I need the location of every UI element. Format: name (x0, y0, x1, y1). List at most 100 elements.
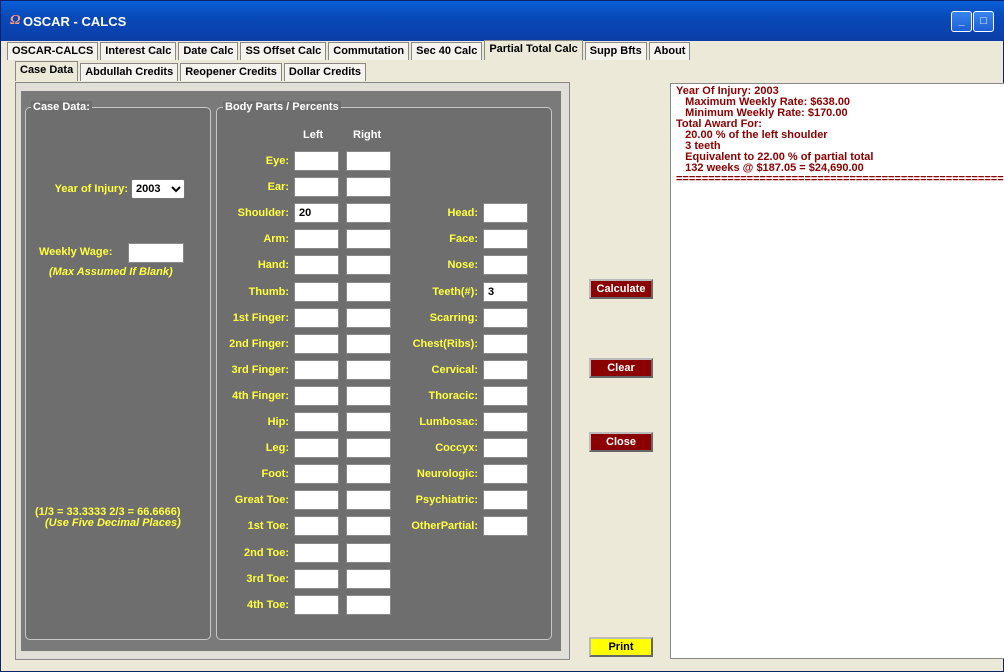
foot-left-input[interactable] (294, 464, 339, 484)
tab-interest-calc[interactable]: Interest Calc (100, 42, 177, 60)
year-of-injury-select[interactable]: 2003 (131, 179, 185, 199)
arm-left-input[interactable] (294, 229, 339, 249)
1st-finger-left-input[interactable] (294, 308, 339, 328)
chest-ribs-label: Chest(Ribs): (412, 338, 478, 350)
hand-left-input[interactable] (294, 255, 339, 275)
subtab-reopener-credits[interactable]: Reopener Credits (180, 63, 282, 81)
leg-left-input[interactable] (294, 438, 339, 458)
tab-partial-total-calc[interactable]: Partial Total Calc (484, 40, 583, 60)
psychiatric-label: Psychiatric: (415, 494, 478, 506)
shoulder-left-input[interactable]: 20 (294, 203, 339, 223)
head-label: Head: (447, 207, 478, 219)
clear-button[interactable]: Clear (589, 358, 653, 378)
hip-right-input[interactable] (346, 412, 391, 432)
chest-ribs-input[interactable] (483, 334, 528, 354)
3rd-finger-right-input[interactable] (346, 360, 391, 380)
great-toe-label: Great Toe: (234, 494, 289, 506)
2nd-finger-right-input[interactable] (346, 334, 391, 354)
1st-finger-right-input[interactable] (346, 308, 391, 328)
ear-right-input[interactable] (346, 177, 391, 197)
3rd-finger-label: 3rd Finger: (231, 364, 289, 376)
arm-label: Arm: (263, 233, 289, 245)
hand-right-input[interactable] (346, 255, 391, 275)
tab-date-calc[interactable]: Date Calc (178, 42, 239, 60)
1st-toe-left-input[interactable] (294, 516, 339, 536)
2nd-toe-right-input[interactable] (346, 543, 391, 563)
4th-finger-left-input[interactable] (294, 386, 339, 406)
4th-finger-right-input[interactable] (346, 386, 391, 406)
coccyx-input[interactable] (483, 438, 528, 458)
neurologic-input[interactable] (483, 464, 528, 484)
minimize-icon[interactable]: _ (951, 11, 972, 32)
thumb-right-input[interactable] (346, 282, 391, 302)
thumb-label: Thumb: (248, 286, 289, 298)
coccyx-label: Coccyx: (435, 442, 478, 454)
3rd-toe-right-input[interactable] (346, 569, 391, 589)
hand-label: Hand: (257, 259, 289, 271)
nose-input[interactable] (483, 255, 528, 275)
right-column-header: Right (353, 129, 382, 141)
2nd-finger-left-input[interactable] (294, 334, 339, 354)
subtab-dollar-credits[interactable]: Dollar Credits (283, 63, 367, 81)
3rd-finger-left-input[interactable] (294, 360, 339, 380)
calculate-button[interactable]: Calculate (589, 279, 653, 299)
subtab-case-data[interactable]: Case Data (15, 61, 79, 81)
2nd-toe-label: 2nd Toe: (243, 547, 289, 559)
tab-about[interactable]: About (648, 42, 691, 60)
output-line: 20.00 % of the left shoulder (676, 129, 828, 141)
face-input[interactable] (483, 229, 528, 249)
leg-right-input[interactable] (346, 438, 391, 458)
close-button[interactable]: Close (589, 432, 653, 452)
otherpartial-label: OtherPartial: (411, 520, 478, 532)
cervical-input[interactable] (483, 360, 528, 380)
body-parts-title: Body Parts / Percents (223, 101, 341, 113)
4th-toe-left-input[interactable] (294, 595, 339, 615)
arm-right-input[interactable] (346, 229, 391, 249)
scarring-input[interactable] (483, 308, 528, 328)
2nd-toe-left-input[interactable] (294, 543, 339, 563)
eye-left-input[interactable] (294, 151, 339, 171)
1st-toe-right-input[interactable] (346, 516, 391, 536)
tab-oscar-calcs[interactable]: OSCAR-CALCS (7, 42, 99, 60)
shoulder-right-input[interactable] (346, 203, 391, 223)
neurologic-label: Neurologic: (416, 468, 478, 480)
print-button[interactable]: Print (589, 637, 653, 657)
teeth-label: Teeth(#): (432, 286, 478, 298)
great-toe-left-input[interactable] (294, 490, 339, 510)
ear-left-input[interactable] (294, 177, 339, 197)
face-label: Face: (449, 233, 478, 245)
1st-toe-label: 1st Toe: (247, 520, 289, 532)
3rd-toe-left-input[interactable] (294, 569, 339, 589)
thoracic-input[interactable] (483, 386, 528, 406)
teeth-input[interactable]: 3 (483, 282, 528, 302)
weekly-wage-input[interactable] (128, 243, 184, 263)
hip-left-input[interactable] (294, 412, 339, 432)
otherpartial-input[interactable] (483, 516, 528, 536)
scarring-label: Scarring: (429, 312, 478, 324)
lumbosac-input[interactable] (483, 412, 528, 432)
tab-commutation[interactable]: Commutation (328, 42, 410, 60)
leg-label: Leg: (265, 442, 289, 454)
tab-sec-40-calc[interactable]: Sec 40 Calc (411, 42, 483, 60)
maximize-icon[interactable]: □ (973, 11, 994, 32)
decimal-note: (Use Five Decimal Places) (45, 517, 181, 529)
cervical-label: Cervical: (431, 364, 478, 376)
psychiatric-input[interactable] (483, 490, 528, 510)
3rd-toe-label: 3rd Toe: (246, 573, 289, 585)
tab-ss-offset-calc[interactable]: SS Offset Calc (240, 42, 327, 60)
tab-supp-bfts[interactable]: Supp Bfts (584, 42, 647, 60)
sub-tab-strip: Case Data Abdullah Credits Reopener Credit… (15, 61, 368, 82)
great-toe-right-input[interactable] (346, 490, 391, 510)
wage-note: (Max Assumed If Blank) (49, 266, 173, 278)
eye-right-input[interactable] (346, 151, 391, 171)
head-input[interactable] (483, 203, 528, 223)
thumb-left-input[interactable] (294, 282, 339, 302)
year-of-injury-label: Year of Injury: (54, 183, 128, 195)
foot-label: Foot: (261, 468, 289, 480)
subtab-abdullah-credits[interactable]: Abdullah Credits (80, 63, 179, 81)
case-data-title: Case Data: (31, 101, 92, 113)
foot-right-input[interactable] (346, 464, 391, 484)
4th-toe-right-input[interactable] (346, 595, 391, 615)
left-column-header: Left (303, 129, 324, 141)
weekly-wage-label: Weekly Wage: (39, 246, 113, 258)
